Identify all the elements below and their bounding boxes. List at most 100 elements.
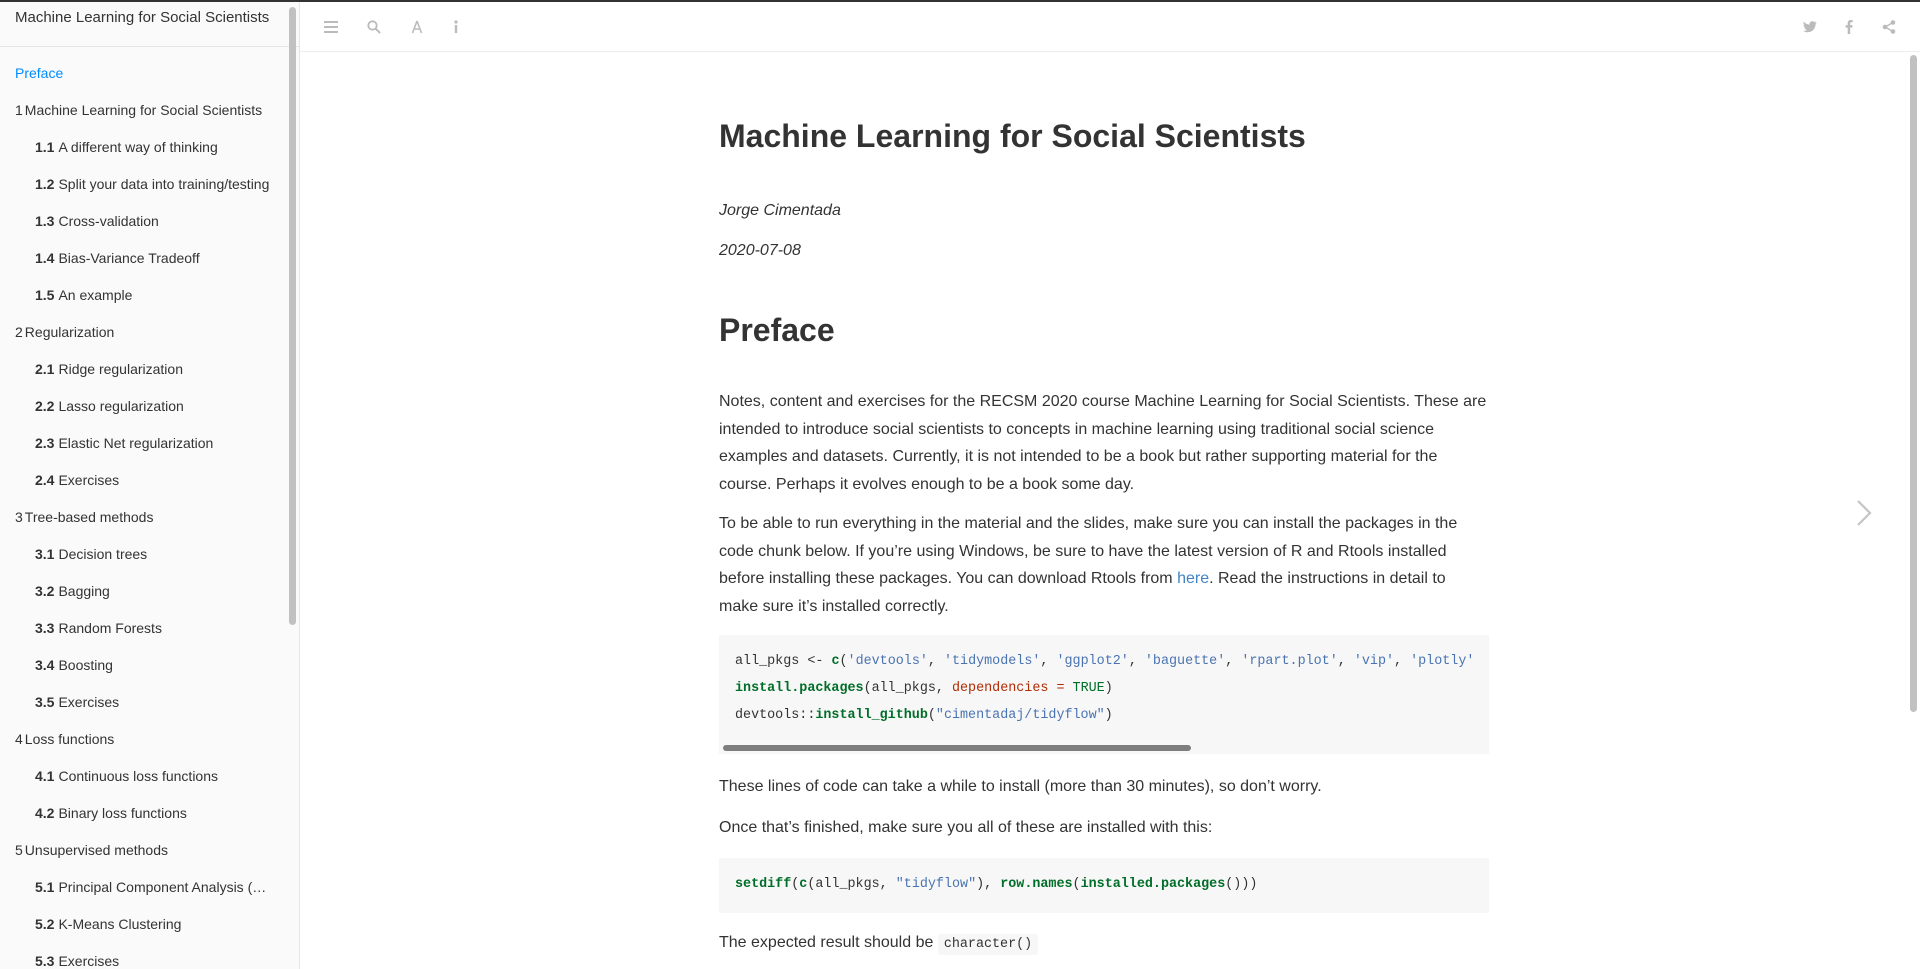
rtools-link[interactable]: here [1177, 570, 1209, 587]
sidebar-item-label: Lasso regularization [58, 398, 184, 414]
book-toolbar [300, 2, 1920, 52]
sidebar-item-number: 1.2 [35, 176, 55, 192]
sidebar-item-label: Regularization [24, 324, 115, 340]
sidebar-item[interactable]: 2 Regularization [0, 314, 290, 351]
sidebar-item-label: Exercises [58, 472, 120, 488]
menu-button[interactable] [320, 16, 342, 38]
code-line-setdiff: setdiff(c(all_pkgs, "tidyflow"), row.nam… [735, 877, 1258, 892]
section-heading: Preface [719, 312, 835, 348]
sidebar-item-label: Continuous loss functions [58, 768, 219, 784]
sidebar-item[interactable]: 5.2 K-Means Clustering [0, 906, 290, 943]
inline-code: character() [937, 934, 1039, 955]
code-line-2: install.packages(all_pkgs, dependencies … [735, 681, 1113, 696]
facebook-icon [1845, 20, 1853, 34]
code-line-1: all_pkgs <- c('devtools', 'tidymodels', … [735, 654, 1475, 669]
sidebar-item-number: 2.2 [35, 398, 55, 414]
sidebar-item-number: 2.1 [35, 361, 55, 377]
sidebar-item-label: Ridge regularization [58, 361, 183, 377]
menu-icon [324, 21, 338, 33]
install-time-note: These lines of code can take a while to … [719, 778, 1322, 795]
sidebar-item-number: 2.4 [35, 472, 55, 488]
sidebar-item[interactable]: 4 Loss functions [0, 721, 290, 758]
sidebar-item-label: Cross-validation [58, 213, 159, 229]
sidebar-item-label: A different way of thinking [58, 139, 218, 155]
sidebar-item-label: K-Means Clustering [58, 916, 182, 932]
sidebar-item-number: 4.1 [35, 768, 55, 784]
sidebar-item[interactable]: 1.2 Split your data into training/testing [0, 166, 290, 203]
sidebar-item-number: 2 [15, 324, 23, 340]
sidebar-item-label: Unsupervised methods [24, 842, 168, 858]
sidebar-item[interactable]: 2.3 Elastic Net regularization [0, 425, 290, 462]
sidebar-item-label: Random Forests [58, 620, 162, 636]
sidebar-item[interactable]: 3.1 Decision trees [0, 536, 290, 573]
sidebar-item[interactable]: 3.4 Boosting [0, 647, 290, 684]
sidebar-item-number: 1.4 [35, 250, 55, 266]
sidebar-item-label: Split your data into training/testing [58, 176, 270, 192]
sidebar-item-number: 3.4 [35, 657, 55, 673]
sidebar-item[interactable]: 2.4 Exercises [0, 462, 290, 499]
sidebar-item-number: 3.5 [35, 694, 55, 710]
sidebar-item-label: Binary loss functions [58, 805, 187, 821]
search-button[interactable] [363, 16, 385, 38]
chevron-right-icon [1857, 500, 1872, 526]
sidebar-item[interactable]: 1.5 An example [0, 277, 290, 314]
font-settings-button[interactable] [406, 16, 428, 38]
search-icon [367, 20, 381, 34]
sidebar-item-number: 1 [15, 102, 23, 118]
sidebar-item[interactable]: 1.1 A different way of thinking [0, 129, 290, 166]
sidebar-item-number: 4 [15, 731, 23, 747]
install-code-block[interactable]: all_pkgs <- c('devtools', 'tidymodels', … [719, 635, 1489, 754]
sidebar-item[interactable]: 3.5 Exercises [0, 684, 290, 721]
sidebar-item[interactable]: 4.1 Continuous loss functions [0, 758, 290, 795]
page-scrollbar[interactable] [1910, 55, 1917, 712]
sidebar-item-label: Bagging [58, 583, 110, 599]
sidebar-item[interactable]: 1 Machine Learning for Social Scientists [0, 92, 290, 129]
sidebar-item[interactable]: 3.3 Random Forests [0, 610, 290, 647]
info-button[interactable] [445, 16, 467, 38]
sidebar-item[interactable]: 4.2 Binary loss functions [0, 795, 290, 832]
sidebar-item[interactable]: 3.2 Bagging [0, 573, 290, 610]
twitter-icon [1803, 21, 1817, 33]
sidebar-scrollbar[interactable] [289, 7, 296, 625]
sidebar-item[interactable]: 5 Unsupervised methods [0, 832, 290, 869]
sidebar-item[interactable]: 2.2 Lasso regularization [0, 388, 290, 425]
sidebar-item[interactable]: 5.3 Exercises [0, 943, 290, 969]
code-horizontal-scrollbar[interactable] [723, 745, 1191, 751]
sidebar-item-label: Loss functions [24, 731, 115, 747]
sidebar-item-label: Exercises [58, 694, 120, 710]
sidebar-item[interactable]: 2.1 Ridge regularization [0, 351, 290, 388]
sidebar-item[interactable]: Preface [0, 55, 290, 92]
sidebar-item-number: 3 [15, 509, 23, 525]
sidebar-item-number: 4.2 [35, 805, 55, 821]
check-code-block[interactable]: setdiff(c(all_pkgs, "tidyflow"), row.nam… [719, 858, 1489, 913]
sidebar-item-label: Decision trees [58, 546, 148, 562]
sidebar-item-label: Principal Component Analysis (PCA) [58, 879, 286, 895]
sidebar-item-number: 5 [15, 842, 23, 858]
sidebar-item[interactable]: 1.4 Bias-Variance Tradeoff [0, 240, 290, 277]
sidebar-item-number: 5.1 [35, 879, 55, 895]
twitter-share-button[interactable] [1799, 16, 1821, 38]
facebook-share-button[interactable] [1838, 16, 1860, 38]
sidebar-title[interactable]: Machine Learning for Social Scientists [15, 9, 269, 26]
share-button[interactable] [1878, 16, 1900, 38]
sidebar-item-label: Preface [15, 65, 64, 81]
sidebar-item-number: 3.1 [35, 546, 55, 562]
sidebar-divider [0, 46, 299, 47]
next-page-button[interactable] [1852, 495, 1876, 531]
sidebar-item-number: 3.2 [35, 583, 55, 599]
sidebar-item-number: 2.3 [35, 435, 55, 451]
sidebar-item-label: Bias-Variance Tradeoff [58, 250, 200, 266]
intro-paragraph: Notes, content and exercises for the REC… [719, 393, 1487, 493]
sidebar-item[interactable]: 1.3 Cross-validation [0, 203, 290, 240]
sidebar-item-number: 1.3 [35, 213, 55, 229]
sidebar-item-number: 1.5 [35, 287, 55, 303]
sidebar-item[interactable]: 3 Tree-based methods [0, 499, 290, 536]
sidebar-item-label: Machine Learning for Social Scientists [24, 102, 263, 118]
sidebar-item[interactable]: 5.1 Principal Component Analysis (PCA) [0, 869, 290, 906]
page-title: Machine Learning for Social Scientists [719, 118, 1306, 154]
code-line-3: devtools::install_github("cimentadaj/tid… [735, 708, 1113, 723]
sidebar-item-label: Exercises [58, 953, 120, 969]
font-icon [411, 20, 423, 34]
sidebar-item-number: 5.3 [35, 953, 55, 969]
sidebar-item-label: Boosting [58, 657, 113, 673]
